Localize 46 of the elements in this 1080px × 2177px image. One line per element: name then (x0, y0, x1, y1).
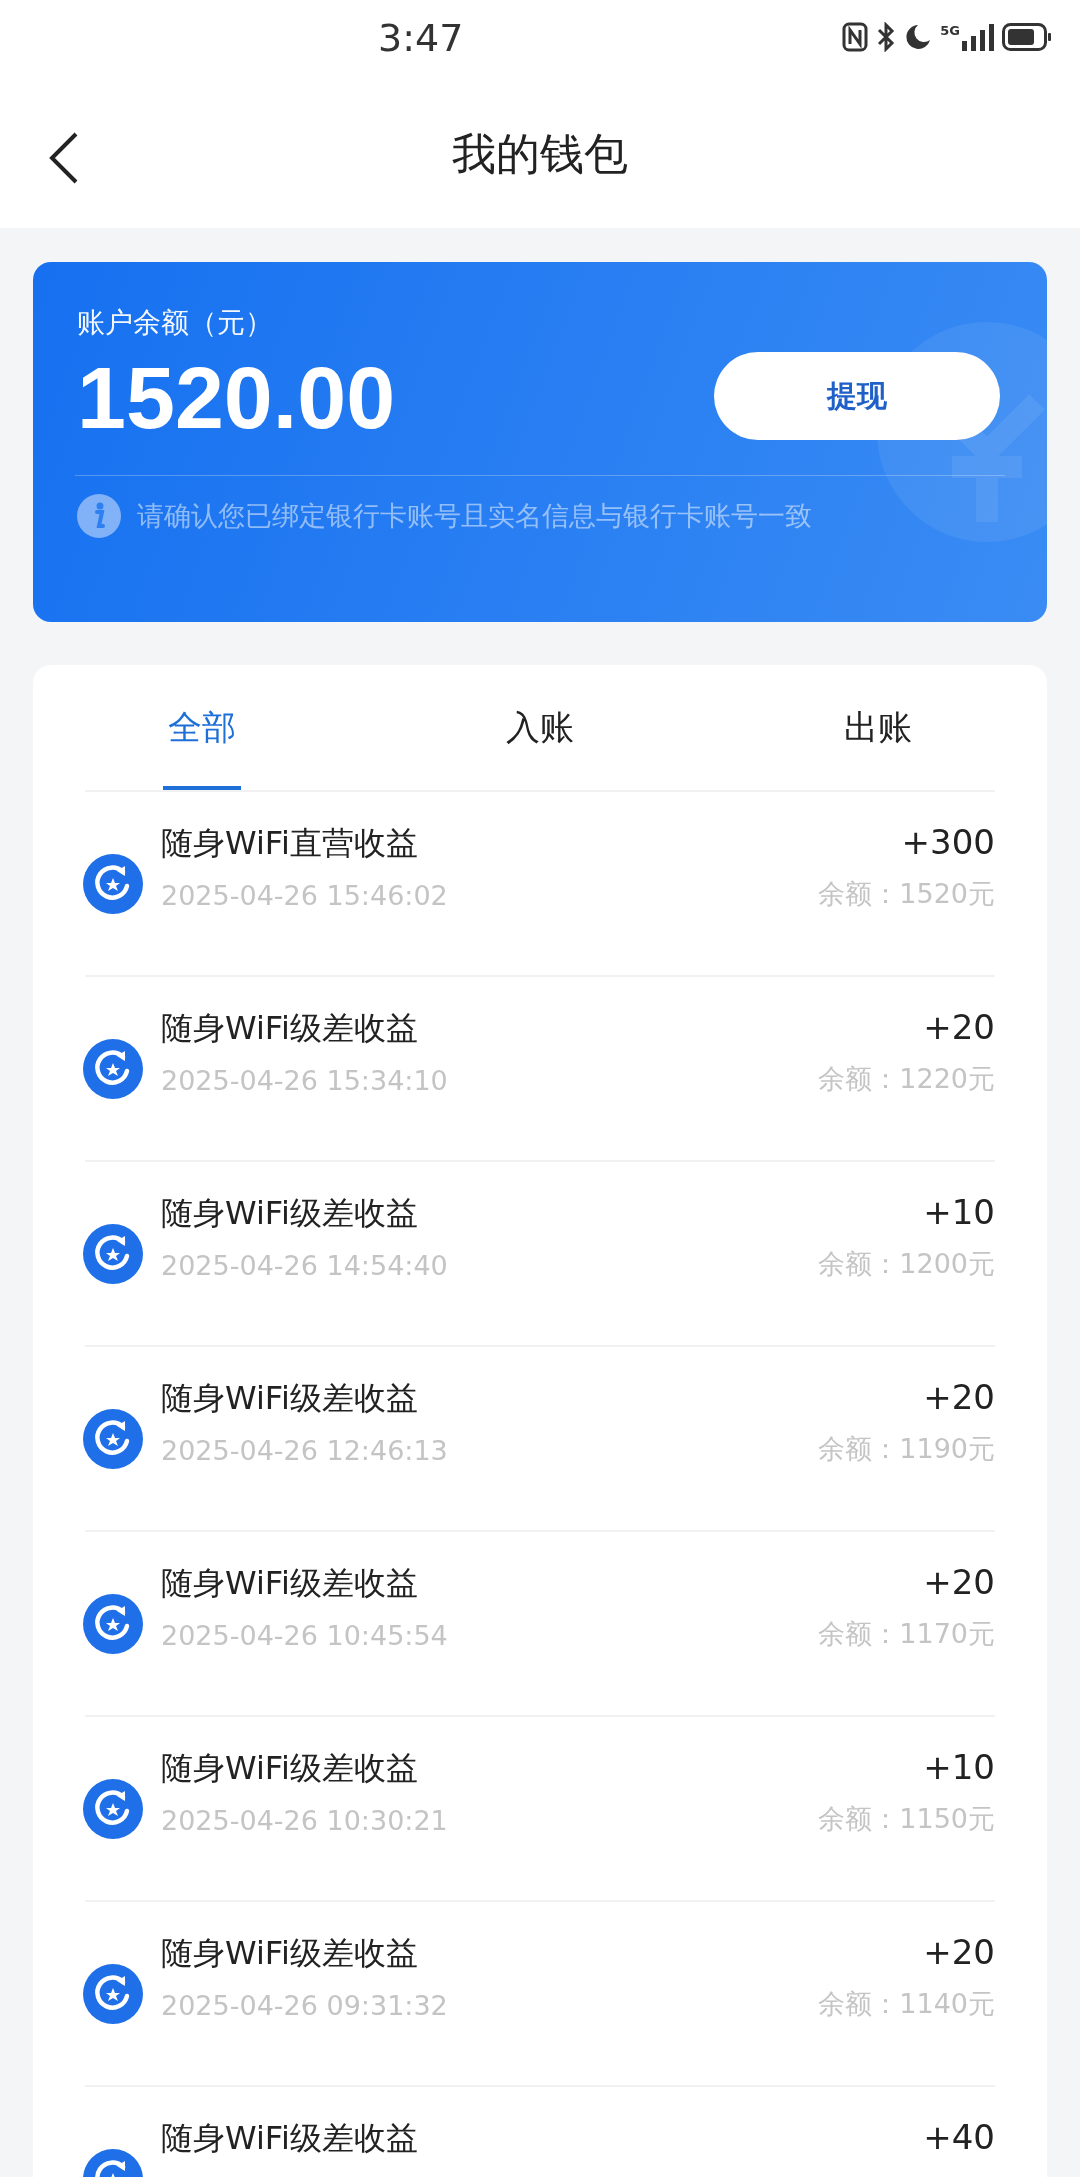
transaction-amount: +20 (923, 1562, 995, 1602)
nfc-icon (842, 22, 869, 52)
balance-after: 余额：1150元 (818, 1802, 995, 1836)
transaction-time: 2025-04-26 10:30:21 (161, 1805, 449, 1836)
transaction-amount: +10 (923, 1747, 995, 1787)
signal-icon (962, 23, 994, 51)
transaction-title: 随身WiFi级差收益 (161, 1193, 419, 1234)
transaction-title: 随身WiFi级差收益 (161, 1378, 419, 1419)
transaction-amount: +40 (923, 2117, 995, 2157)
transaction-time: 2025-04-26 15:46:02 (161, 880, 449, 911)
transaction-title: 随身WiFi级差收益 (161, 1008, 419, 1049)
notice-text: 请确认您已绑定银行卡账号且实名信息与银行卡账号一致 (137, 498, 812, 533)
balance-after: 余额：1170元 (818, 1617, 995, 1651)
transaction-amount: +10 (923, 1192, 995, 1232)
balance-after: 余额：1190元 (818, 1432, 995, 1466)
filter-tab[interactable]: 入账 (371, 665, 709, 790)
transaction-amount: +20 (923, 1007, 995, 1047)
transaction-amount: +20 (923, 1377, 995, 1417)
transaction-title: 随身WiFi直营收益 (161, 823, 419, 864)
filter-tab[interactable]: 出账 (709, 665, 1047, 790)
balance-after: 余额：1220元 (818, 1062, 995, 1096)
balance-after: 余额：1140元 (818, 1987, 995, 2021)
withdraw-button[interactable]: 提现 (714, 352, 1000, 440)
transaction-title: 随身WiFi级差收益 (161, 1933, 419, 1974)
transaction-title: 随身WiFi级差收益 (161, 1748, 419, 1789)
transaction-time: 2025-04-26 09:31:32 (161, 1990, 449, 2021)
balance-after: 余额：1200元 (818, 1247, 995, 1281)
transaction-amount: +20 (923, 1932, 995, 1972)
status-time: 3:47 (378, 16, 464, 60)
moon-icon (904, 23, 933, 51)
info-icon (77, 493, 121, 538)
balance-after: 余额：1520元 (818, 877, 995, 911)
transaction-title: 随身WiFi级差收益 (161, 2118, 419, 2159)
bluetooth-icon (876, 22, 897, 52)
balance-amount: 1520.00 (77, 350, 396, 447)
transaction-time: 2025-04-26 14:54:40 (161, 1250, 449, 1281)
battery-icon (1002, 23, 1052, 51)
network-label: 5G (940, 24, 960, 37)
filter-tab[interactable]: 全部 (33, 665, 371, 790)
transaction-amount: +300 (901, 822, 995, 862)
transaction-time: 2025-04-26 10:45:54 (161, 1620, 449, 1651)
page-title: 我的钱包 (452, 126, 628, 181)
transaction-title: 随身WiFi级差收益 (161, 1563, 419, 1604)
transaction-time: 2025-04-26 15:34:10 (161, 1065, 449, 1096)
transaction-time: 2025-04-26 12:46:13 (161, 1435, 449, 1466)
balance-label: 账户余额（元） (77, 305, 274, 341)
